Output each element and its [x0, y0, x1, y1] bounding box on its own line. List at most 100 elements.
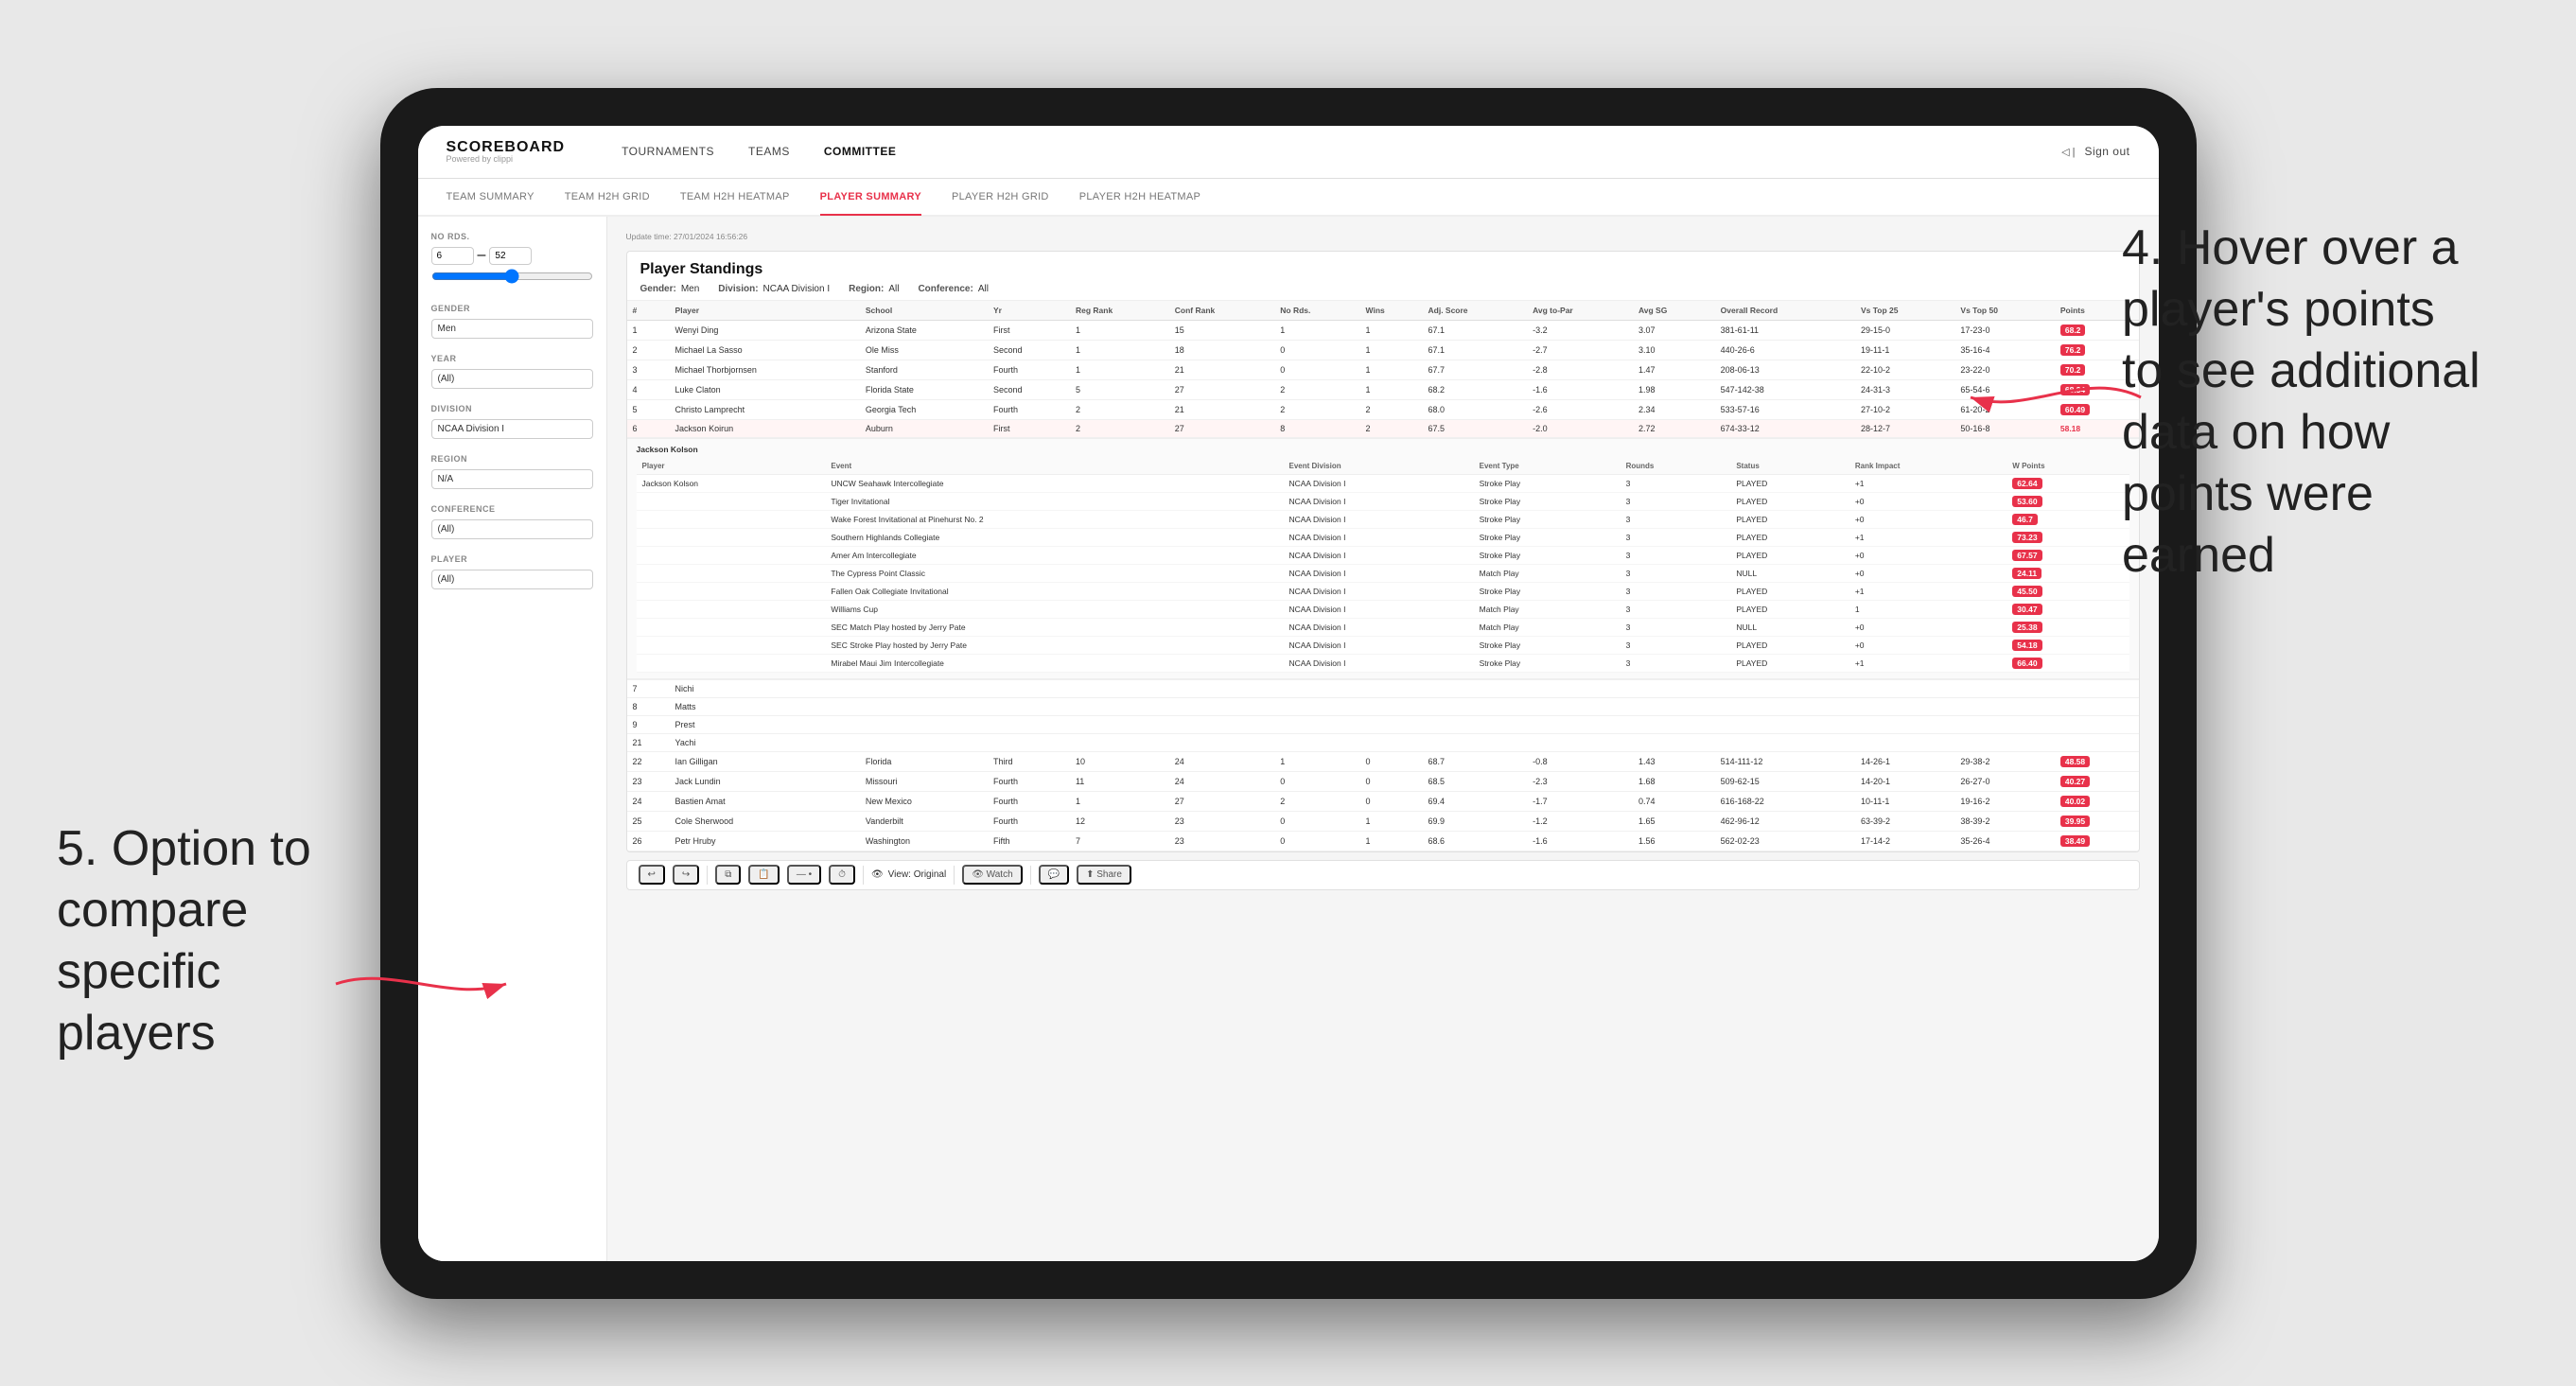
tooltip-row: Jackson Kolson Player Event Event Divisi…	[627, 437, 2139, 679]
navbar: SCOREBOARD Powered by clippi TOURNAMENTS…	[418, 126, 2159, 179]
tooltip-event-row: The Cypress Point Classic NCAA Division …	[637, 564, 2129, 582]
filter-division: Division: NCAA Division I	[718, 284, 830, 294]
logo-area: SCOREBOARD Powered by clippi	[447, 140, 566, 164]
col-overall: Overall Record	[1715, 301, 1855, 321]
copy-button[interactable]: ⧉	[715, 865, 741, 885]
filter-row: Gender: Men Division: NCAA Division I Re…	[640, 284, 2126, 294]
player-select[interactable]: (All)	[431, 570, 593, 589]
tab-team-h2h-heatmap[interactable]: TEAM H2H HEATMAP	[680, 180, 790, 216]
conference-select[interactable]: (All)	[431, 519, 593, 539]
col-vs-top50: Vs Top 50	[1954, 301, 2054, 321]
tablet-frame: SCOREBOARD Powered by clippi TOURNAMENTS…	[380, 88, 2197, 1299]
tooltip-event-row: SEC Match Play hosted by Jerry Pate NCAA…	[637, 618, 2129, 636]
arrow-left-svg	[326, 956, 516, 1012]
table-row: 3 Michael Thorbjornsen Stanford Fourth 1…	[627, 360, 2139, 379]
table-row: 21 Yachi	[627, 733, 2139, 751]
share-button[interactable]: ⬆ Share	[1077, 865, 1131, 885]
col-rank: #	[627, 301, 670, 321]
sign-out-link[interactable]: Sign out	[2084, 141, 2129, 162]
table-row: 8 Matts	[627, 697, 2139, 715]
annotation-left-number: 5.	[57, 821, 97, 876]
table-row: 23 Jack Lundin Missouri Fourth 11 24 0 0…	[627, 771, 2139, 791]
subtabs-bar: TEAM SUMMARY TEAM H2H GRID TEAM H2H HEAT…	[418, 179, 2159, 217]
eye-icon: 👁	[871, 869, 884, 880]
year-select[interactable]: (All)	[431, 369, 593, 389]
nav-tournaments[interactable]: TOURNAMENTS	[622, 141, 714, 162]
table-row: 22 Ian Gilligan Florida Third 10 24 1 0 …	[627, 751, 2139, 771]
table-row-jackson: 6 Jackson Koirun Auburn First 2 27 8 2 6…	[627, 419, 2139, 437]
tooltip-event-row: SEC Stroke Play hosted by Jerry Pate NCA…	[637, 636, 2129, 654]
main-content: No Rds. – Gender Men Women	[418, 217, 2159, 1261]
col-vs-top25: Vs Top 25	[1855, 301, 1954, 321]
no-rds-to[interactable]	[489, 247, 532, 265]
tooltip-events-table: Player Event Event Division Event Type R…	[637, 458, 2129, 673]
region-select[interactable]: N/A	[431, 469, 593, 489]
tooltip-event-row: Southern Highlands Collegiate NCAA Divis…	[637, 528, 2129, 546]
toolbar-sep-2	[863, 866, 864, 885]
col-wins: Wins	[1360, 301, 1423, 321]
tab-player-h2h-grid[interactable]: PLAYER H2H GRID	[952, 180, 1049, 216]
conference-label: Conference	[431, 504, 593, 514]
division-select[interactable]: NCAA Division I	[431, 419, 593, 439]
table-row: 25 Cole Sherwood Vanderbilt Fourth 12 23…	[627, 811, 2139, 831]
col-conf-rank: Conf Rank	[1169, 301, 1275, 321]
tooltip-event-row: Tiger Invitational NCAA Division I Strok…	[637, 492, 2129, 510]
col-school: School	[860, 301, 988, 321]
no-rds-from[interactable]	[431, 247, 474, 265]
no-rds-slider[interactable]	[431, 269, 593, 284]
tab-player-h2h-heatmap[interactable]: PLAYER H2H HEATMAP	[1079, 180, 1200, 216]
sidebar-region: Region N/A	[431, 454, 593, 489]
clock-button[interactable]: ⏱	[829, 865, 855, 885]
toolbar-sep-1	[707, 866, 708, 885]
separator-button[interactable]: — •	[787, 865, 821, 885]
comment-button[interactable]: 💬	[1039, 865, 1069, 885]
table-row: 9 Prest	[627, 715, 2139, 733]
sidebar: No Rds. – Gender Men Women	[418, 217, 607, 1261]
view-original[interactable]: 👁 View: Original	[871, 869, 946, 880]
table-row: 4 Luke Claton Florida State Second 5 27 …	[627, 379, 2139, 399]
redo-button[interactable]: ↪	[673, 865, 699, 885]
year-label: Year	[431, 354, 593, 363]
no-rds-label: No Rds.	[431, 232, 593, 241]
tab-player-summary[interactable]: PLAYER SUMMARY	[820, 180, 921, 216]
undo-button[interactable]: ↩	[639, 865, 665, 885]
no-rds-range: –	[431, 247, 593, 265]
table-row: 1 Wenyi Ding Arizona State First 1 15 1 …	[627, 320, 2139, 340]
logo-title: SCOREBOARD	[447, 140, 566, 155]
content-area: Update time: 27/01/2024 16:56:26 Player …	[607, 217, 2159, 1261]
page-background: SCOREBOARD Powered by clippi TOURNAMENTS…	[0, 0, 2576, 1386]
tooltip-event-row: Amer Am Intercollegiate NCAA Division I …	[637, 546, 2129, 564]
col-avg-sg: Avg SG	[1633, 301, 1715, 321]
tab-team-h2h-grid[interactable]: TEAM H2H GRID	[565, 180, 650, 216]
nav-right: ◁ | Sign out	[2061, 141, 2129, 162]
sidebar-gender: Gender Men Women All	[431, 304, 593, 339]
tooltip-event-row: Fallen Oak Collegiate Invitational NCAA …	[637, 582, 2129, 600]
nav-teams[interactable]: TEAMS	[748, 141, 790, 162]
sidebar-conference: Conference (All)	[431, 504, 593, 539]
sidebar-division: Division NCAA Division I	[431, 404, 593, 439]
table-row: 24 Bastien Amat New Mexico Fourth 1 27 2…	[627, 791, 2139, 811]
bottom-toolbar: ↩ ↪ ⧉ 📋 — • ⏱ 👁 View: Original 👁	[626, 860, 2140, 890]
annotation-right-text: Hover over a player's points to see addi…	[2122, 220, 2480, 583]
annotation-left: 5. Option to compare specific players	[57, 818, 378, 1064]
player-label: Player	[431, 554, 593, 564]
watch-button[interactable]: 👁 Watch	[962, 865, 1022, 885]
table-row: 2 Michael La Sasso Ole Miss Second 1 18 …	[627, 340, 2139, 360]
col-no-rds: No Rds.	[1274, 301, 1359, 321]
tooltip-event-row: Mirabel Maui Jim Intercollegiate NCAA Di…	[637, 654, 2129, 672]
nav-links: TOURNAMENTS TEAMS COMMITTEE	[622, 141, 896, 162]
toolbar-sep-3	[954, 866, 955, 885]
col-avg-to-par: Avg to-Par	[1527, 301, 1633, 321]
col-yr: Yr	[988, 301, 1070, 321]
paste-button[interactable]: 📋	[748, 865, 779, 885]
division-label: Division	[431, 404, 593, 413]
update-time: Update time: 27/01/2024 16:56:26	[626, 232, 2140, 241]
nav-committee[interactable]: COMMITTEE	[824, 141, 897, 162]
table-row: 26 Petr Hruby Washington Fifth 7 23 0 1 …	[627, 831, 2139, 851]
player-standings-table: # Player School Yr Reg Rank Conf Rank No…	[627, 301, 2139, 851]
tab-team-summary[interactable]: TEAM SUMMARY	[447, 180, 534, 216]
gender-select[interactable]: Men Women All	[431, 319, 593, 339]
tablet-screen: SCOREBOARD Powered by clippi TOURNAMENTS…	[418, 126, 2159, 1261]
sidebar-player: Player (All)	[431, 554, 593, 589]
toolbar-sep-4	[1030, 866, 1031, 885]
